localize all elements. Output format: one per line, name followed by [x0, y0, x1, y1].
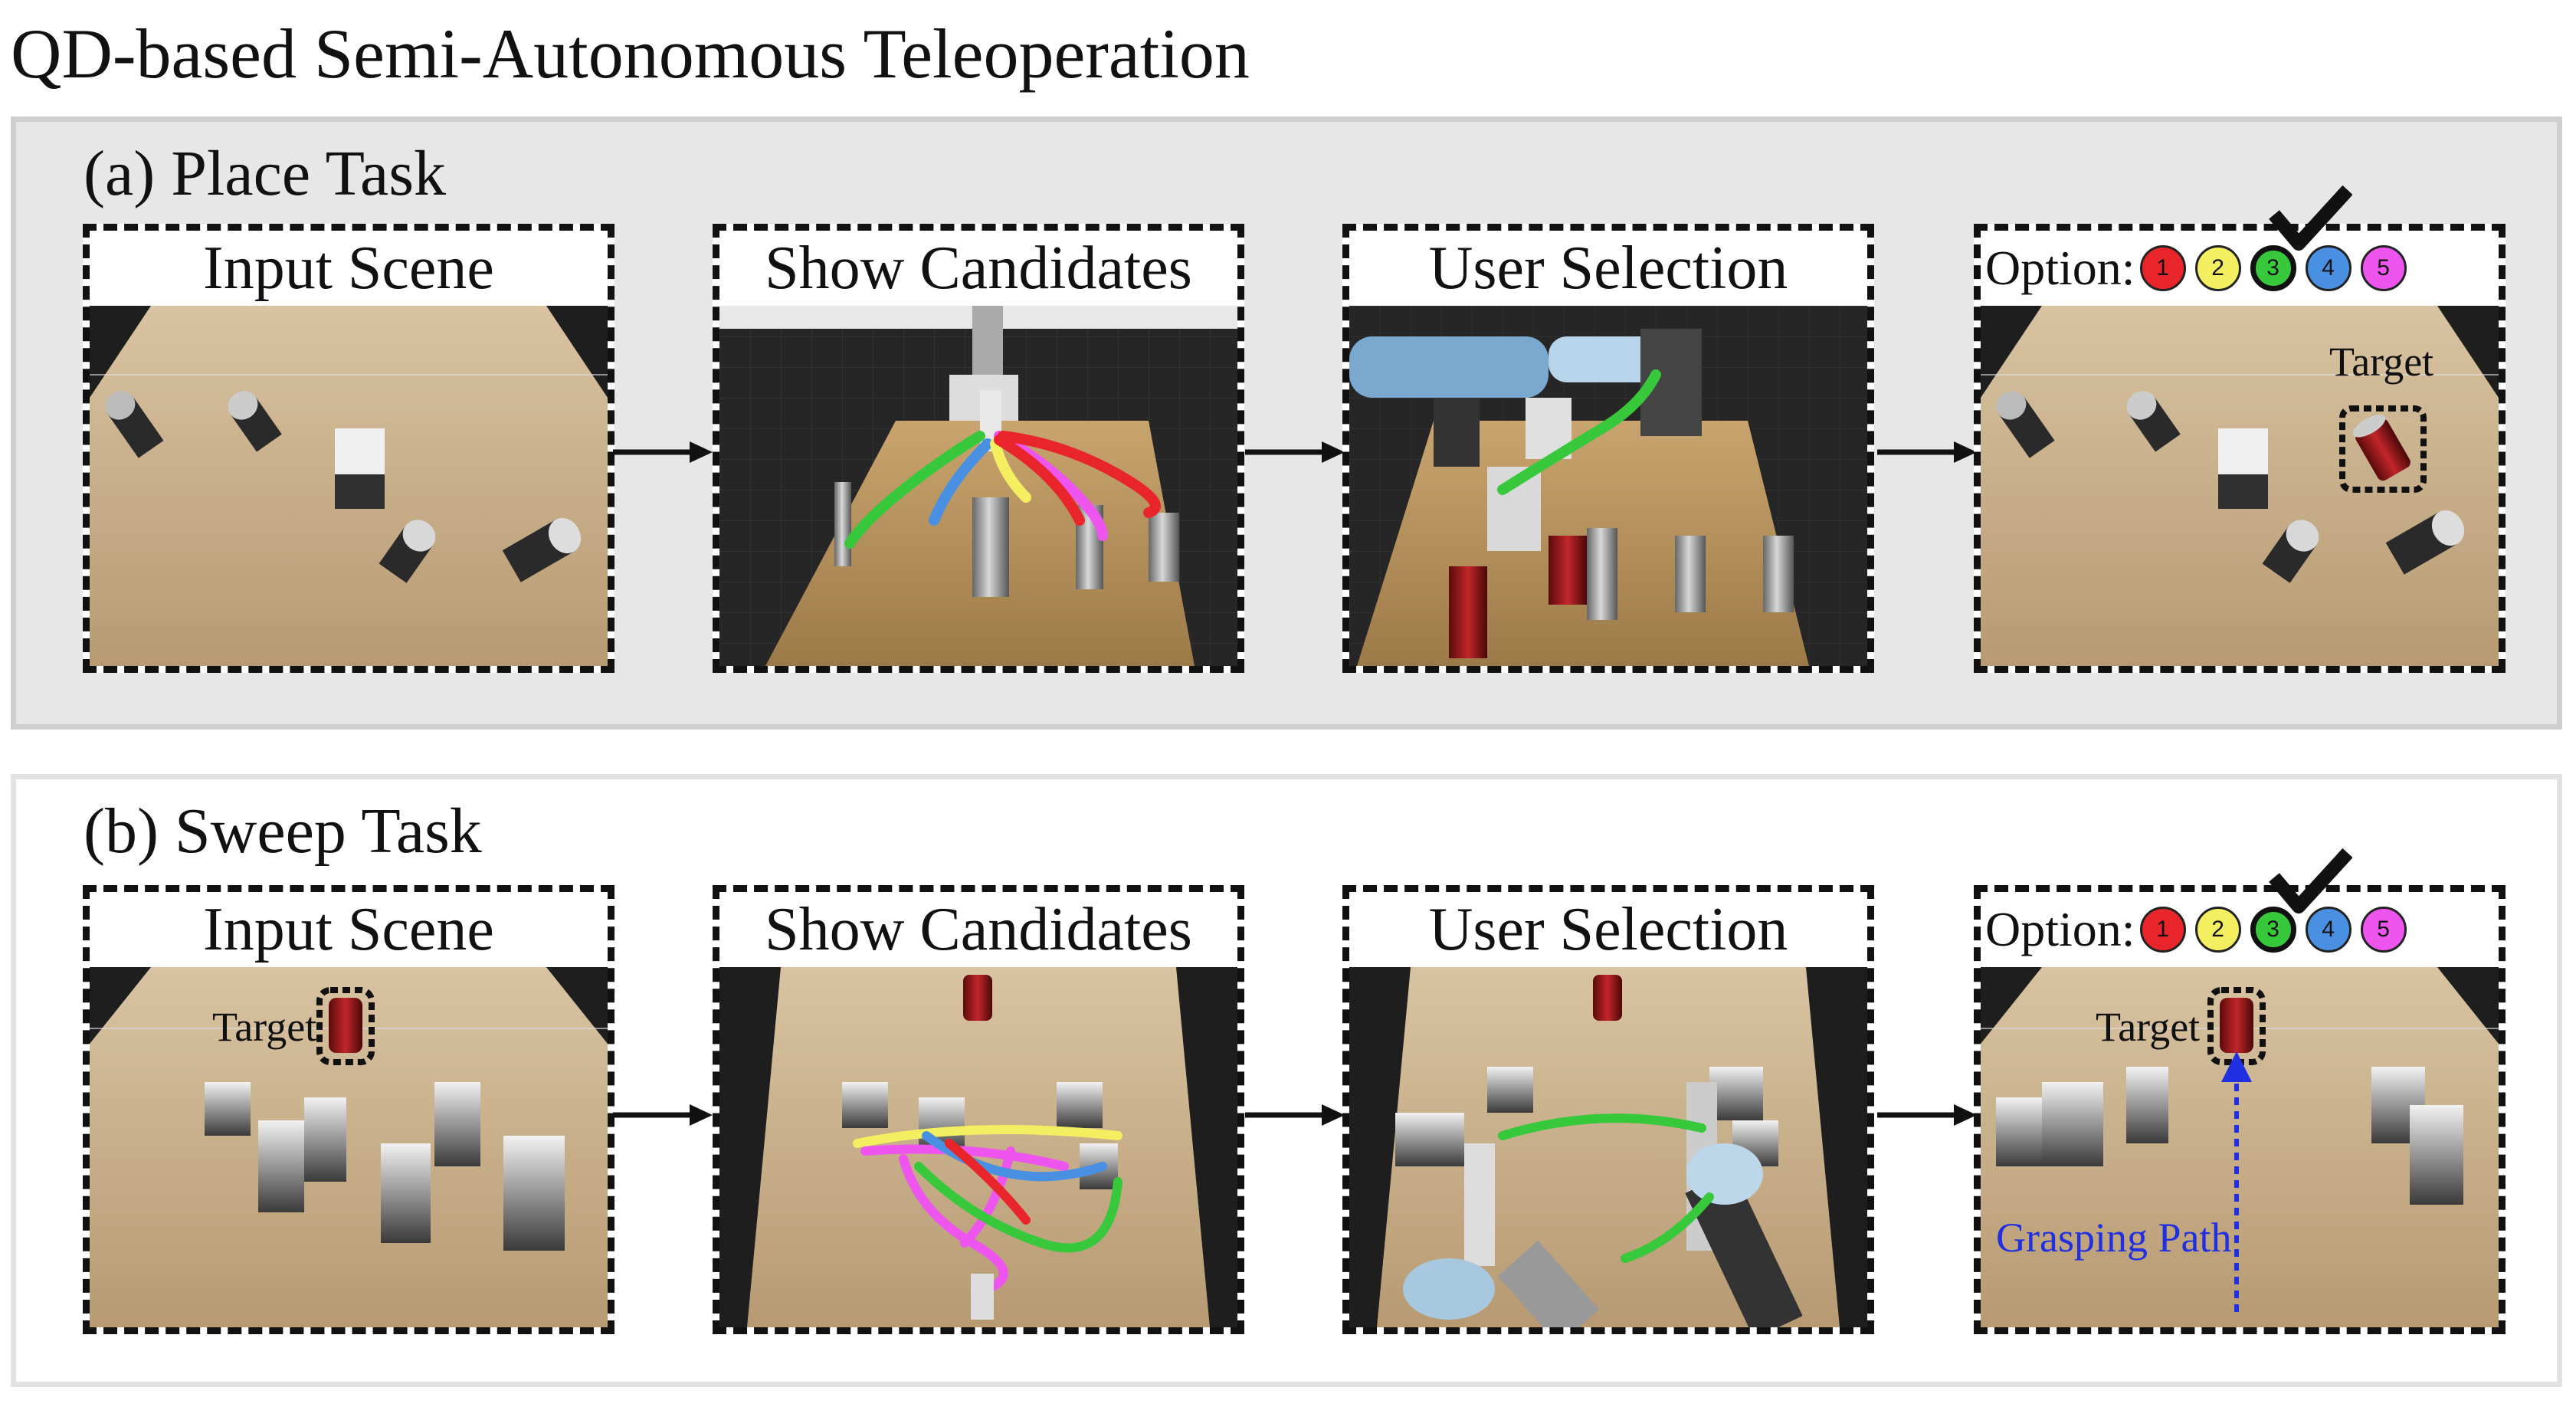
- panel-caption: Show Candidates: [719, 892, 1237, 967]
- option-1[interactable]: 1: [2139, 907, 2186, 953]
- arrow-right-icon: [1245, 1104, 1345, 1126]
- arrow-right-icon: [613, 1104, 713, 1126]
- scene-image: [90, 306, 608, 666]
- panel-caption: Input Scene: [90, 892, 608, 967]
- scene-image: [90, 967, 608, 1327]
- option-2[interactable]: 2: [2194, 245, 2241, 291]
- option-2[interactable]: 2: [2194, 907, 2241, 953]
- panel-caption: User Selection: [1349, 892, 1867, 967]
- arrow-right-icon: [1877, 1104, 1977, 1126]
- panel-input-scene: Input Scene: [83, 224, 615, 673]
- scene-image: [719, 967, 1237, 1327]
- arrow-right-icon: [613, 441, 713, 463]
- target-label: Target: [2096, 1004, 2201, 1050]
- option-5[interactable]: 5: [2360, 245, 2407, 291]
- section-title: (b) Sweep Task: [84, 795, 482, 867]
- figure-title: QD-based Semi-Autonomous Teleoperation: [11, 15, 1250, 93]
- option-label: Option:: [1985, 902, 2135, 956]
- panel-show-candidates: Show Candidates: [713, 885, 1244, 1334]
- panel-user-selection: User Selection: [1342, 885, 1874, 1334]
- panel-show-candidates: Show Candidates: [713, 224, 1244, 673]
- arrow-right-icon: [1877, 441, 1977, 463]
- scene-image: [1349, 306, 1867, 666]
- target-label: Target: [2329, 339, 2434, 385]
- section-title: (a) Place Task: [84, 138, 447, 209]
- arrow-right-icon: [1245, 441, 1345, 463]
- option-5[interactable]: 5: [2360, 907, 2407, 953]
- checkmark-icon: [2269, 848, 2352, 913]
- panel-option-result: Option: 1 2 3 4 5 Target: [1974, 224, 2506, 673]
- scene-image: [719, 306, 1237, 666]
- panel-input-scene: Input Scene Target: [83, 885, 615, 1334]
- target-label: Target: [212, 1004, 317, 1050]
- panel-user-selection: User Selection: [1342, 224, 1874, 673]
- option-label: Option:: [1985, 241, 2135, 295]
- panel-option-result: Option: 1 2 3 4 5 Target Grasping Path: [1974, 885, 2506, 1334]
- scene-image: [1981, 967, 2499, 1327]
- panel-caption: Show Candidates: [719, 231, 1237, 306]
- option-1[interactable]: 1: [2139, 245, 2186, 291]
- grasping-path-label: Grasping Path: [1996, 1215, 2232, 1261]
- panel-caption: Input Scene: [90, 231, 608, 306]
- scene-image: [1349, 967, 1867, 1327]
- panel-caption: User Selection: [1349, 231, 1867, 306]
- checkmark-icon: [2269, 185, 2352, 251]
